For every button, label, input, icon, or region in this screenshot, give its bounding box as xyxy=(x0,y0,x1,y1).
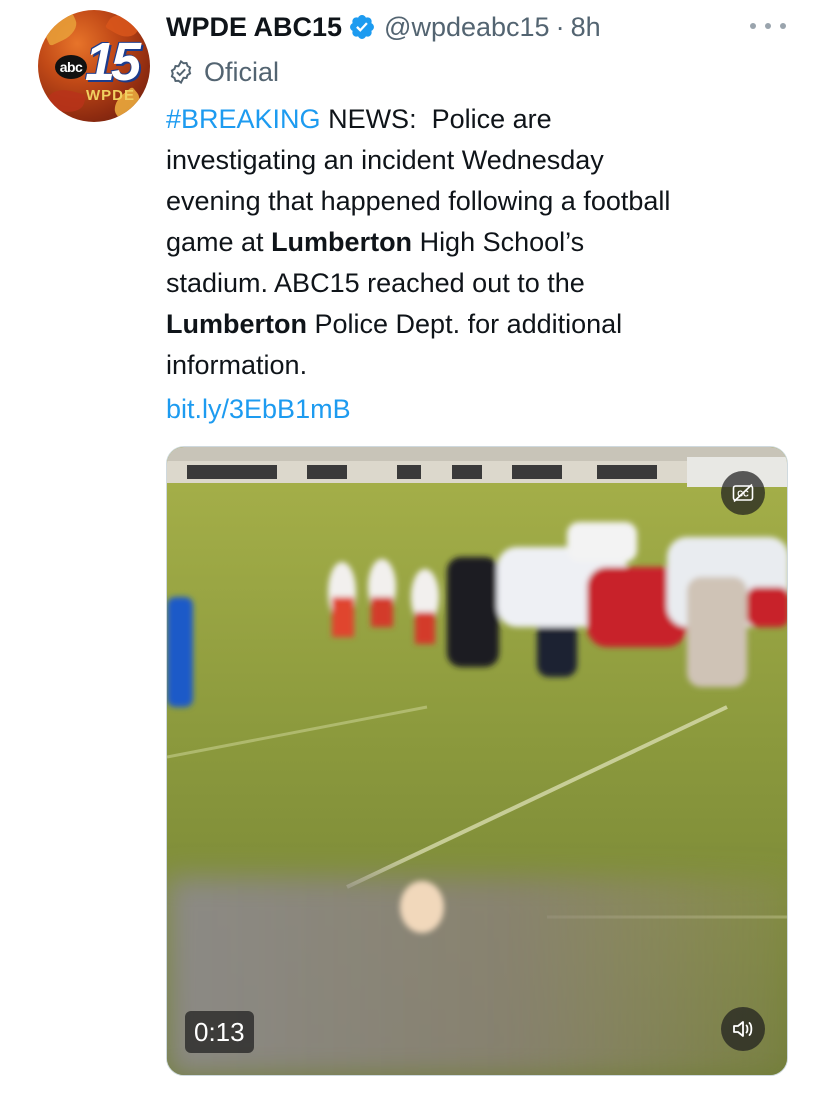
hashtag-link[interactable]: #BREAKING xyxy=(166,104,321,134)
more-dots-icon xyxy=(765,23,771,29)
tweet-text-segment: NEWS: Police are xyxy=(320,104,552,134)
more-options-button[interactable] xyxy=(750,14,786,38)
tweet-text-line: information. xyxy=(166,350,308,380)
author-handle[interactable]: @wpdeabc15 xyxy=(384,12,550,43)
tweet-text-segment: Police Dept. for additional xyxy=(307,309,623,339)
avatar-leaf-decoration xyxy=(45,85,87,117)
header-separator: · xyxy=(555,11,565,42)
video-frame xyxy=(167,447,787,1075)
tweet-text-line: investigating an incident Wednesday xyxy=(166,145,604,175)
more-dots-icon xyxy=(780,23,786,29)
tweet-card[interactable]: abc 15 WPDE WPDE ABC15 @wpdeabc15 · 8h O… xyxy=(0,0,829,1097)
tweet-text-line: evening that happened following a footba… xyxy=(166,186,671,216)
captions-button[interactable]: CC xyxy=(721,471,765,515)
account-label-text: Oficial xyxy=(204,56,280,87)
avatar-channel-number: 15 xyxy=(85,32,141,92)
tweet-text-segment: game at xyxy=(166,227,272,257)
tweet-timestamp[interactable]: 8h xyxy=(571,12,601,43)
more-dots-icon xyxy=(750,23,756,29)
official-check-icon xyxy=(170,59,192,85)
short-url-link[interactable]: bit.ly/3EbB1mB xyxy=(166,389,351,430)
tweet-text-highlight: Lumberton xyxy=(166,309,307,339)
author-avatar[interactable]: abc 15 WPDE xyxy=(38,10,150,122)
video-player[interactable]: CC 0:13 xyxy=(166,446,788,1076)
avatar-leaf-decoration xyxy=(40,11,82,47)
avatar-call-letters: WPDE xyxy=(86,87,135,104)
author-display-name[interactable]: WPDE ABC15 xyxy=(166,12,342,43)
tweet-text-line: Lumberton Police Dept. for additional xyxy=(166,304,806,345)
video-duration: 0:13 xyxy=(185,1011,254,1053)
mute-toggle-button[interactable] xyxy=(721,1007,765,1051)
tweet-text-highlight: Lumberton xyxy=(271,227,413,257)
closed-captions-icon: CC xyxy=(732,483,754,503)
tweet-header: WPDE ABC15 @wpdeabc15 · 8h xyxy=(166,10,601,44)
tweet-text-line: stadium. ABC15 reached out to the xyxy=(166,268,585,298)
tweet-text-line: #BREAKING NEWS: Police are xyxy=(166,99,806,140)
avatar-abc-logo: abc xyxy=(55,55,87,79)
tweet-text-line: game at Lumberton High School’s xyxy=(166,222,806,263)
tweet-body: #BREAKING NEWS: Police are investigating… xyxy=(166,99,806,386)
account-label[interactable]: Oficial xyxy=(168,56,279,88)
verified-badge-icon xyxy=(350,15,374,39)
tweet-text-segment: High School’s xyxy=(412,227,585,257)
volume-muted-icon xyxy=(733,1021,753,1037)
